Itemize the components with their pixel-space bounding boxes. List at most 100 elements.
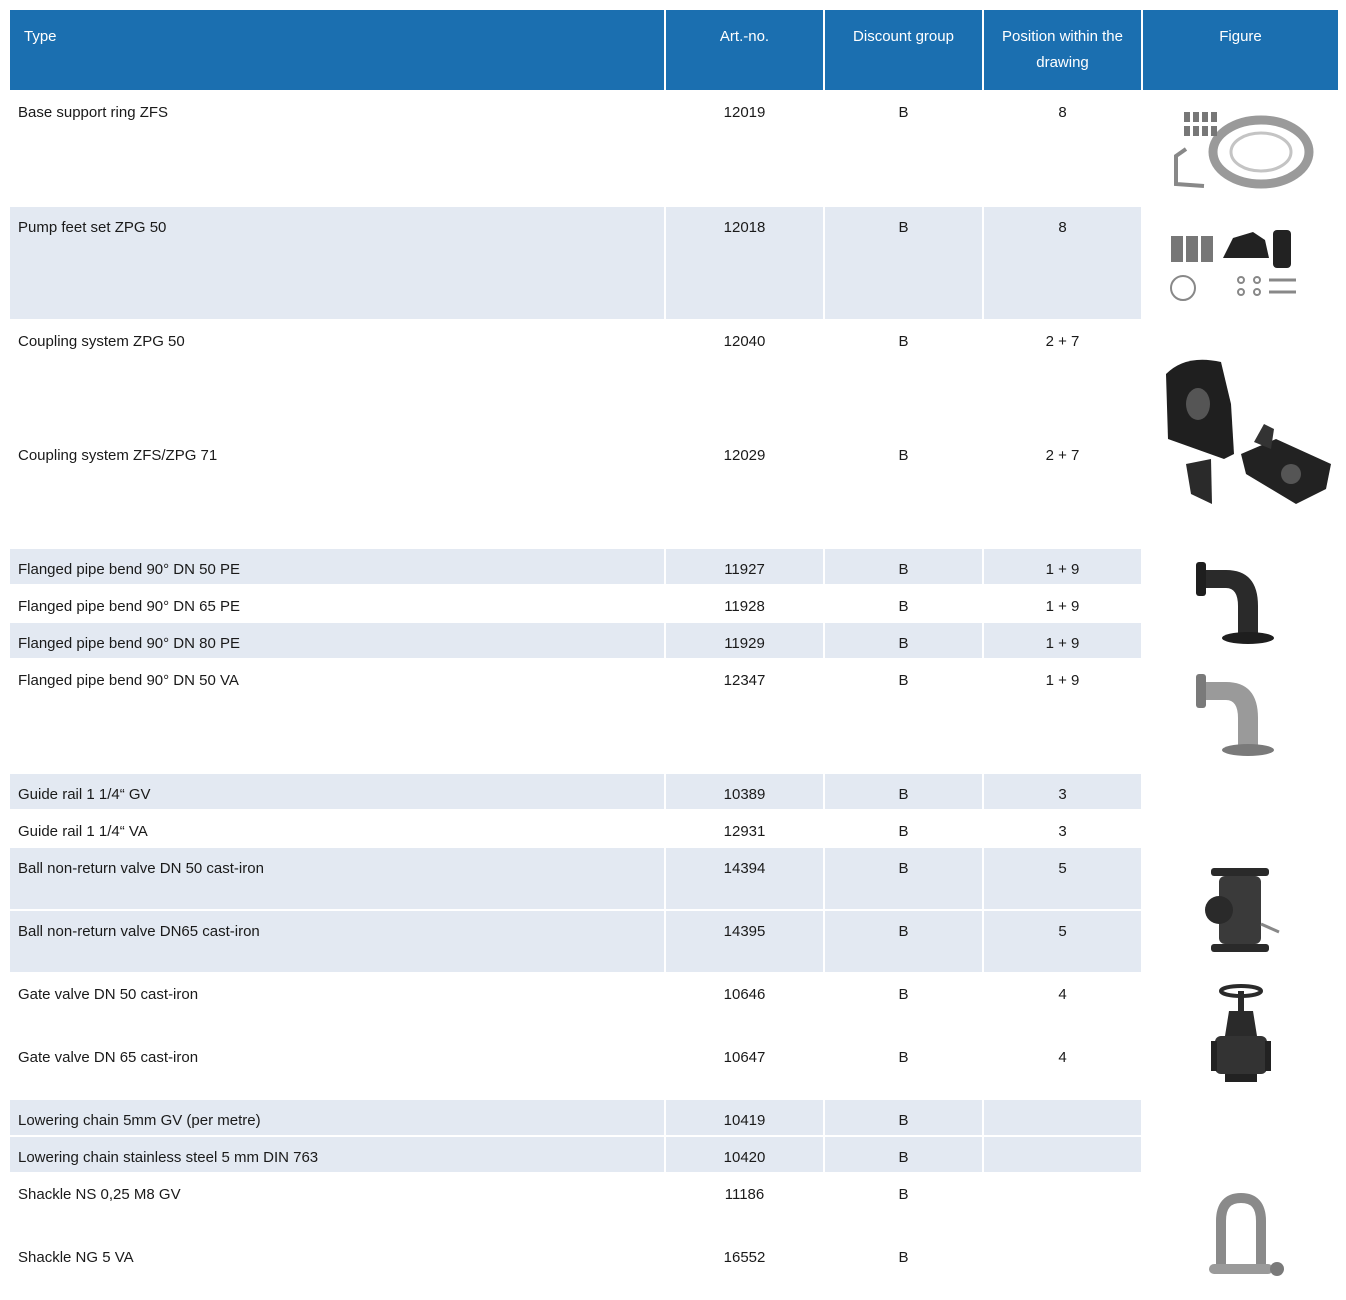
cell-position: 1 + 9 xyxy=(982,547,1143,586)
pipe-bend-pe-image xyxy=(1195,561,1274,644)
cell-type: Pump feet set ZPG 50 xyxy=(8,205,666,321)
cell-type: Gate valve DN 50 cast-iron xyxy=(8,972,666,1037)
cell-discount-group: B xyxy=(823,621,984,660)
cell-figure xyxy=(1141,972,1340,1100)
header-type: Type xyxy=(8,8,666,92)
cell-figure xyxy=(1141,658,1340,774)
cell-position: 1 + 9 xyxy=(982,658,1143,774)
cell-type: Guide rail 1 1/4“ VA xyxy=(8,809,666,848)
cell-type: Flanged pipe bend 90° DN 80 PE xyxy=(8,621,666,660)
cell-discount-group: B xyxy=(823,319,984,435)
cell-type: Flanged pipe bend 90° DN 50 VA xyxy=(8,658,666,774)
cell-position xyxy=(982,1172,1143,1237)
header-row: Type Art.-no. Discount group Position wi… xyxy=(8,8,1340,92)
table-row: Ball non-return valve DN65 cast-iron 143… xyxy=(8,909,1339,974)
cell-art-no: 14394 xyxy=(664,846,825,911)
table-row: Gate valve DN 65 cast-iron 10647 B 4 xyxy=(8,1035,1339,1100)
cell-type: Ball non-return valve DN 50 cast-iron xyxy=(8,846,666,911)
cell-art-no: 10420 xyxy=(664,1135,825,1174)
cell-type: Gate valve DN 65 cast-iron xyxy=(8,1035,666,1100)
table-row: Flanged pipe bend 90° DN 50 PE 11927 B 1… xyxy=(8,547,1340,660)
header-figure: Figure xyxy=(1141,8,1340,92)
table-row: Guide rail 1 1/4“ VA 12931 B 3 xyxy=(8,809,1340,848)
cell-position: 8 xyxy=(982,205,1143,321)
cell-figure xyxy=(1141,809,1340,848)
cell-art-no: 11186 xyxy=(664,1172,825,1237)
cell-type: Flanged pipe bend 90° DN 50 PE xyxy=(8,547,666,586)
shackle-image xyxy=(1208,1192,1284,1276)
cell-discount-group: B xyxy=(823,1172,984,1237)
cell-art-no: 10646 xyxy=(664,972,825,1037)
cell-type: Lowering chain 5mm GV (per metre) xyxy=(8,1098,666,1137)
cell-figure xyxy=(1141,319,1340,549)
cell-figure xyxy=(1141,1172,1340,1300)
cell-position xyxy=(982,1235,1143,1300)
cell-discount-group: B xyxy=(823,433,984,549)
cell-discount-group: B xyxy=(823,1235,984,1300)
header-art-no: Art.-no. xyxy=(664,8,825,92)
cell-discount-group: B xyxy=(823,972,984,1037)
cell-type: Base support ring ZFS xyxy=(8,90,666,207)
table-row: Shackle NG 5 VA 16552 B xyxy=(8,1235,1339,1300)
cell-art-no: 12018 xyxy=(664,205,825,321)
cell-discount-group: B xyxy=(823,584,984,623)
pump-feet-set-image xyxy=(1169,230,1296,301)
table-row: Ball non-return valve DN 50 cast-iron 14… xyxy=(8,846,1340,974)
cell-figure xyxy=(1141,772,1340,811)
cell-discount-group: B xyxy=(823,658,984,774)
cell-figure xyxy=(1141,1135,1340,1174)
cell-type: Coupling system ZPG 50 xyxy=(8,319,666,435)
cell-type: Flanged pipe bend 90° DN 65 PE xyxy=(8,584,666,623)
cell-discount-group: B xyxy=(823,205,984,321)
table-row: Flanged pipe bend 90° DN 50 VA 12347 B 1… xyxy=(8,658,1340,774)
gate-valve-image xyxy=(1210,984,1271,1082)
cell-position: 1 + 9 xyxy=(982,621,1143,660)
cell-art-no: 12019 xyxy=(664,90,825,207)
cell-position: 5 xyxy=(982,909,1143,974)
table-row: Guide rail 1 1/4“ GV 10389 B 3 xyxy=(8,772,1340,811)
cell-discount-group: B xyxy=(823,809,984,848)
cell-position: 4 xyxy=(982,1035,1143,1100)
cell-position xyxy=(982,1135,1143,1174)
cell-art-no: 12040 xyxy=(664,319,825,435)
cell-figure xyxy=(1141,1098,1340,1137)
ball-valve-image xyxy=(1204,868,1280,952)
cell-type: Lowering chain stainless steel 5 mm DIN … xyxy=(8,1135,666,1174)
cell-type: Shackle NS 0,25 M8 GV xyxy=(8,1172,666,1237)
cell-type: Guide rail 1 1/4“ GV xyxy=(8,772,666,811)
cell-art-no: 11928 xyxy=(664,584,825,623)
cell-art-no: 12347 xyxy=(664,658,825,774)
cell-discount-group: B xyxy=(823,772,984,811)
cell-discount-group: B xyxy=(823,909,984,974)
table-row: Base support ring ZFS 12019 B 8 xyxy=(8,90,1340,207)
cell-position: 2 + 7 xyxy=(982,433,1143,549)
cell-position: 8 xyxy=(982,90,1143,207)
cell-discount-group: B xyxy=(823,1035,984,1100)
cell-type: Shackle NG 5 VA xyxy=(8,1235,666,1300)
cell-position xyxy=(982,1098,1143,1137)
table-row: Shackle NS 0,25 M8 GV 11186 B xyxy=(8,1172,1340,1300)
cell-art-no: 12029 xyxy=(664,433,825,549)
cell-figure xyxy=(1141,846,1340,974)
table-row: Flanged pipe bend 90° DN 80 PE 11929 B 1… xyxy=(8,621,1339,660)
table-row: Pump feet set ZPG 50 12018 B 8 xyxy=(8,205,1340,321)
cell-figure xyxy=(1141,205,1340,321)
cell-art-no: 16552 xyxy=(664,1235,825,1300)
cell-art-no: 14395 xyxy=(664,909,825,974)
header-discount-group: Discount group xyxy=(823,8,984,92)
cell-art-no: 10389 xyxy=(664,772,825,811)
table-row: Lowering chain 5mm GV (per metre) 10419 … xyxy=(8,1098,1340,1137)
cell-discount-group: B xyxy=(823,547,984,586)
coupling-system-image xyxy=(1165,359,1331,504)
cell-position: 4 xyxy=(982,972,1143,1037)
table-row: Coupling system ZFS/ZPG 71 12029 B 2 + 7 xyxy=(8,433,1339,549)
cell-discount-group: B xyxy=(823,846,984,911)
base-support-ring-image xyxy=(1173,111,1313,188)
cell-type: Ball non-return valve DN65 cast-iron xyxy=(8,909,666,974)
cell-position: 2 + 7 xyxy=(982,319,1143,435)
cell-figure xyxy=(1141,90,1340,207)
cell-art-no: 12931 xyxy=(664,809,825,848)
cell-position: 3 xyxy=(982,809,1143,848)
cell-discount-group: B xyxy=(823,1098,984,1137)
cell-position: 1 + 9 xyxy=(982,584,1143,623)
